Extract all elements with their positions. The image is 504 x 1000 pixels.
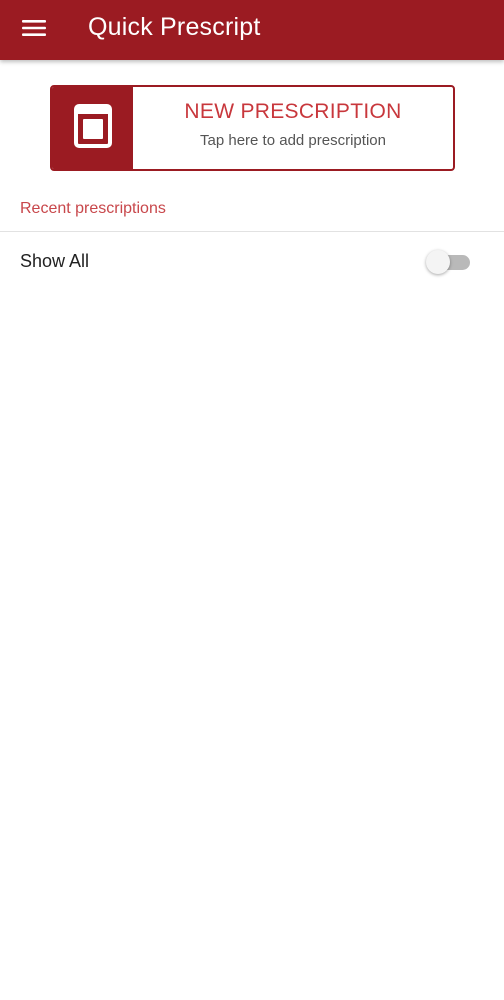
toggle-thumb [426, 250, 450, 274]
hamburger-menu-icon [22, 19, 46, 37]
new-prescription-subtitle: Tap here to add prescription [200, 132, 386, 149]
new-prescription-text: NEW PRESCRIPTION Tap here to add prescri… [133, 87, 453, 169]
recent-prescriptions-heading: Recent prescriptions [20, 200, 166, 217]
show-all-label: Show All [20, 251, 90, 271]
show-all-toggle[interactable] [424, 250, 474, 276]
app-bar: Quick Prescript [0, 0, 504, 60]
menu-button[interactable] [12, 6, 56, 50]
app-title: Quick Prescript [88, 13, 261, 41]
new-prescription-button[interactable]: NEW PRESCRIPTION Tap here to add prescri… [50, 85, 455, 171]
prescription-pad-icon [73, 103, 113, 154]
app-screen: Quick Prescript NEW PRESCRIPTION Tap her… [0, 0, 504, 1000]
new-prescription-title: NEW PRESCRIPTION [184, 100, 402, 123]
show-all-row[interactable]: Show All [0, 232, 504, 290]
new-prescription-icon-panel [52, 87, 133, 169]
